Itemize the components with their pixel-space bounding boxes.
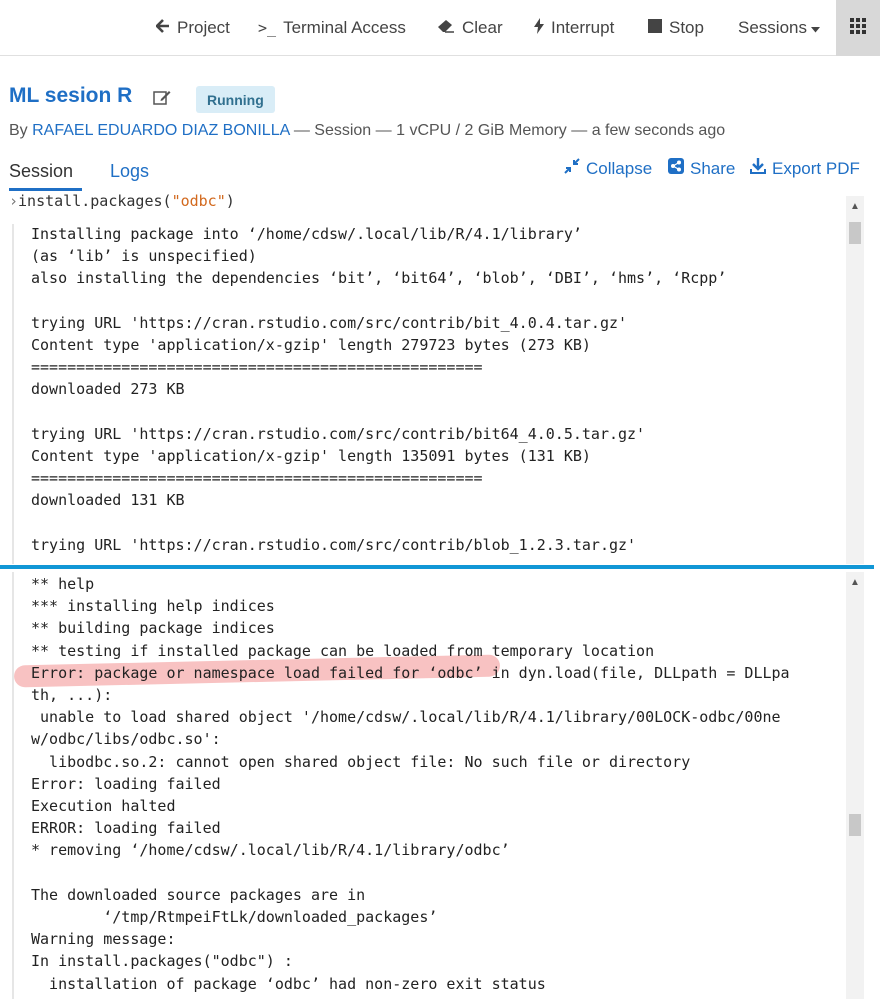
collapse-label: Collapse: [586, 158, 653, 178]
session-meta: — Session — 1 vCPU / 2 GiB Memory — a fe…: [289, 122, 726, 139]
clear-button[interactable]: Clear: [437, 0, 503, 56]
share-button[interactable]: Share: [668, 158, 735, 179]
console-prompt: ›install.packages("odbc"): [9, 192, 235, 210]
prompt-close: ): [225, 192, 235, 210]
console-output-top: Installing package into ‘/home/cdsw/.loc…: [31, 225, 727, 554]
download-icon: [750, 158, 766, 179]
export-pdf-label: Export PDF: [772, 158, 860, 178]
terminal-label: Terminal Access: [283, 18, 406, 37]
compress-icon: [564, 158, 580, 179]
clear-label: Clear: [462, 18, 503, 37]
console-output-bottom: ** help *** installing help indices ** b…: [31, 575, 790, 993]
author-link[interactable]: RAFAEL EDUARDO DIAZ BONILLA: [32, 122, 289, 139]
status-badge: Running: [196, 86, 275, 113]
scrollbar-thumb-top[interactable]: [849, 222, 861, 244]
project-button[interactable]: Project: [155, 0, 230, 56]
prompt-argument: "odbc": [171, 192, 226, 210]
edit-icon[interactable]: [153, 89, 171, 110]
export-pdf-button[interactable]: Export PDF: [750, 158, 860, 179]
stop-button[interactable]: Stop: [648, 0, 704, 56]
output-gutter-bottom: [12, 572, 14, 999]
session-toolbar: Project >_ Terminal Access Clear Interru…: [0, 0, 880, 56]
session-title: ML sesion R: [9, 84, 133, 107]
sessions-dropdown[interactable]: Sessions: [738, 0, 820, 56]
terminal-access-button[interactable]: >_ Terminal Access: [258, 0, 406, 56]
prompt-command: install.packages(: [18, 192, 172, 210]
scroll-up-arrow-icon[interactable]: ▲: [846, 200, 864, 214]
active-tab-indicator: [9, 188, 82, 191]
bolt-icon: [534, 17, 544, 39]
scrollbar-bottom[interactable]: ▲: [846, 572, 864, 999]
interrupt-button[interactable]: Interrupt: [534, 0, 614, 56]
stop-label: Stop: [669, 18, 704, 37]
share-label: Share: [690, 158, 736, 178]
scroll-up-arrow-icon[interactable]: ▲: [846, 576, 864, 590]
tab-session[interactable]: Session: [9, 161, 73, 182]
stop-icon: [648, 18, 662, 38]
eraser-icon: [437, 18, 455, 38]
terminal-icon: >_: [258, 19, 277, 37]
output-gutter-top: [12, 224, 14, 564]
tab-logs[interactable]: Logs: [110, 161, 149, 182]
byline-prefix: By: [9, 122, 28, 139]
session-byline: By RAFAEL EDUARDO DIAZ BONILLA — Session…: [9, 122, 725, 140]
sessions-label: Sessions: [738, 18, 807, 37]
scrollbar-top[interactable]: ▲: [846, 196, 864, 564]
apps-grid-button[interactable]: [836, 0, 880, 56]
screenshot-divider: [0, 565, 874, 569]
project-label: Project: [177, 18, 230, 37]
prompt-chevron-icon: ›: [9, 192, 19, 210]
share-icon: [668, 158, 684, 179]
grid-icon: [850, 17, 866, 39]
collapse-button[interactable]: Collapse: [564, 158, 652, 179]
scrollbar-thumb-bottom[interactable]: [849, 814, 861, 836]
interrupt-label: Interrupt: [551, 18, 615, 37]
caret-down-icon: [810, 18, 820, 38]
arrow-left-icon: [155, 18, 170, 38]
